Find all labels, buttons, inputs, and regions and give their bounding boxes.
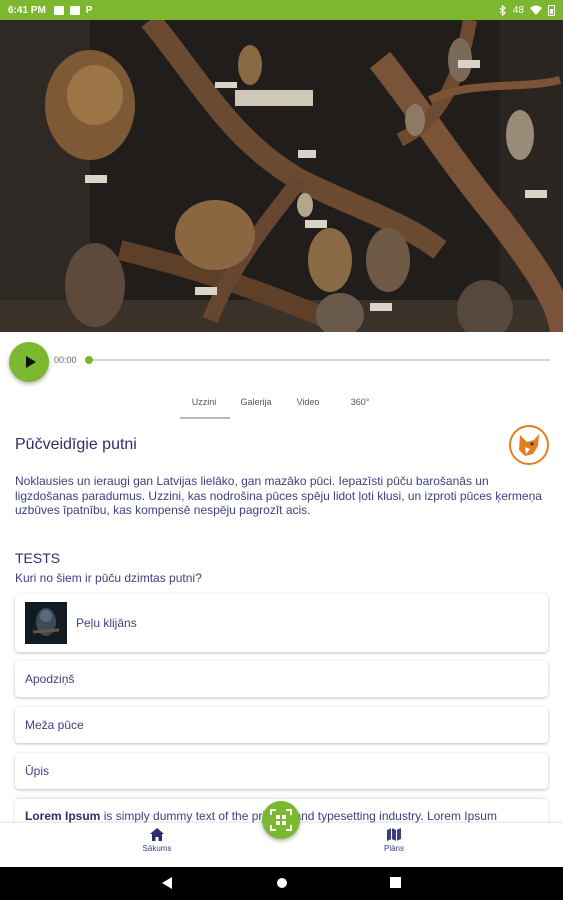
battery-percent: 48 <box>512 4 524 16</box>
answer-label: Meža pūce <box>25 718 84 732</box>
nav-map[interactable]: Plāns <box>354 828 434 853</box>
fox-icon <box>519 434 539 456</box>
recents-icon[interactable] <box>390 877 401 888</box>
battery-icon <box>548 4 555 16</box>
quiz-question: Kuri no šiem ir pūču dzimtas putni? <box>15 571 202 585</box>
nav-map-label: Plāns <box>383 844 404 853</box>
hero-image <box>0 20 563 332</box>
status-bar: 6:41 PM P 48 <box>0 0 563 20</box>
youtube-icon <box>69 5 80 15</box>
status-time: 6:41 PM <box>8 4 46 16</box>
lorem-bold: Lorem Ipsum <box>25 809 101 823</box>
qr-scan-icon <box>270 809 292 831</box>
tab-uzzini[interactable]: Uzzini <box>178 395 230 420</box>
nav-home[interactable]: Sākums <box>117 828 197 853</box>
content-tabs: Uzzini Galerija Video 360° <box>178 395 386 420</box>
progress-track[interactable] <box>89 359 550 361</box>
fox-guide-button[interactable] <box>509 425 549 465</box>
quiz-title: TESTS <box>15 550 61 566</box>
answer-label: Apodziņš <box>25 672 75 686</box>
home-icon <box>150 828 164 841</box>
tab-galerija[interactable]: Galerija <box>230 395 282 420</box>
elapsed-time: 00:00 <box>54 355 77 365</box>
nav-home-label: Sākums <box>142 844 172 853</box>
qr-scan-button[interactable] <box>262 801 300 839</box>
play-icon <box>25 356 36 368</box>
tab-360[interactable]: 360° <box>334 395 386 420</box>
bluetooth-icon <box>499 4 506 16</box>
notification-icons: P <box>53 4 93 16</box>
answer-label: Ūpis <box>25 764 50 778</box>
page-title: Pūčveidīgie putni <box>15 436 137 453</box>
answer-thumbnail <box>25 602 67 644</box>
answer-label: Peļu klijāns <box>76 616 137 630</box>
system-navigation-bar <box>0 867 563 900</box>
article-description: Noklausies un ieraugi gan Latvijas lielā… <box>15 474 542 518</box>
progress-thumb[interactable] <box>85 356 93 364</box>
audio-player: 00:00 <box>0 332 563 392</box>
bird-thumbnail-image <box>25 602 67 644</box>
quiz-answer-4[interactable]: Ūpis <box>15 753 548 789</box>
p-app-icon: P <box>85 4 93 16</box>
quiz-answer-3[interactable]: Meža pūce <box>15 707 548 743</box>
play-button[interactable] <box>9 342 49 382</box>
tab-video[interactable]: Video <box>282 395 334 420</box>
owl-diorama-photo <box>0 20 563 332</box>
home-circle-icon[interactable] <box>276 877 288 889</box>
map-icon <box>387 828 401 841</box>
quiz-answer-2[interactable]: Apodziņš <box>15 661 548 697</box>
system-icons: 48 <box>499 4 555 16</box>
image-icon <box>53 5 64 15</box>
quiz-answer-1[interactable]: Peļu klijāns <box>15 594 548 652</box>
wifi-icon <box>530 5 542 15</box>
back-icon[interactable] <box>162 877 174 889</box>
